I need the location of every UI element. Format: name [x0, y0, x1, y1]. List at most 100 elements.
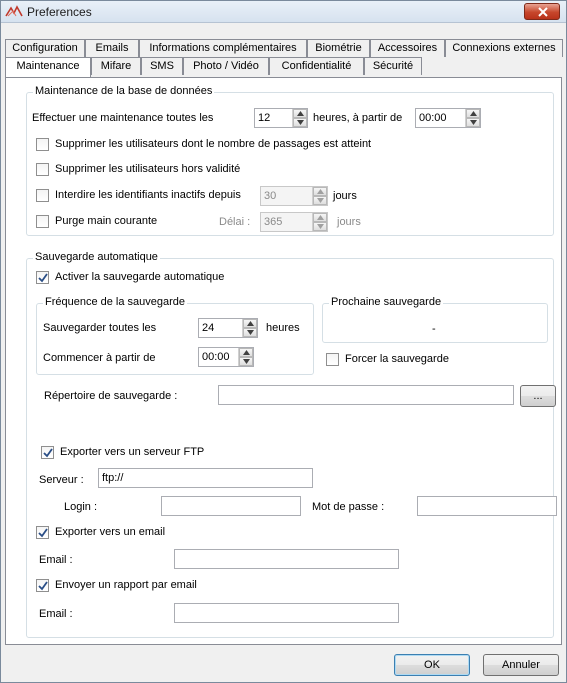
ftp-password-field[interactable] [417, 496, 557, 516]
tab-sms[interactable]: SMS [141, 57, 183, 75]
tab-maintenance[interactable]: Maintenance [5, 57, 91, 77]
email-label-2: Email : [39, 608, 73, 620]
next-backup-title: Prochaine sauvegarde [329, 296, 444, 308]
checkmark-icon [38, 273, 48, 283]
backup-every-label: Sauvegarder toutes les [43, 322, 157, 334]
backup-directory-field[interactable] [218, 385, 514, 405]
spin-buttons[interactable] [312, 213, 327, 231]
tab-informations-complementaires[interactable]: Informations complémentaires [139, 39, 307, 57]
backup-start-label: Commencer à partir de [43, 352, 156, 364]
tab-biometrie[interactable]: Biométrie [307, 39, 370, 57]
email-export-label: Exporter vers un email [55, 526, 166, 538]
tab-connexions-externes[interactable]: Connexions externes [445, 39, 563, 57]
tab-configuration[interactable]: Configuration [5, 39, 85, 57]
maintenance-interval-label: Effectuer une maintenance toutes les [32, 112, 214, 124]
maintenance-group-title: Maintenance de la base de données [33, 85, 215, 97]
ftp-server-value: ftp:// [102, 472, 124, 484]
spin-buttons[interactable] [292, 109, 307, 127]
spin-buttons[interactable] [238, 348, 253, 366]
tab-accessoires[interactable]: Accessoires [370, 39, 445, 57]
backup-start-time[interactable]: 00:00 [198, 347, 254, 367]
spin-buttons[interactable] [465, 109, 480, 127]
spin-down-icon[interactable] [313, 222, 327, 231]
delete-out-of-validity-label: Supprimer les utilisateurs hors validité [55, 163, 241, 175]
close-icon [538, 7, 548, 17]
purge-delay-unit: jours [337, 216, 361, 228]
ftp-export-label: Exporter vers un serveur FTP [60, 446, 205, 458]
maintenance-start-time[interactable]: 00:00 [415, 108, 481, 128]
ok-button[interactable]: OK [394, 654, 470, 676]
password-label: Mot de passe : [312, 501, 385, 513]
spin-down-icon[interactable] [243, 328, 257, 337]
checkmark-icon [38, 528, 48, 538]
preferences-window: Preferences Configuration Emails Informa… [0, 0, 567, 683]
server-label: Serveur : [39, 474, 84, 486]
tab-confidentialite[interactable]: Confidentialité [269, 57, 364, 75]
enable-backup-checkbox[interactable] [36, 271, 49, 284]
maintenance-interval-stepper[interactable]: 12 [254, 108, 308, 128]
ftp-login-field[interactable] [161, 496, 301, 516]
purge-delay-label: Délai : [219, 216, 251, 228]
purge-label: Purge main courante [55, 215, 158, 227]
backup-start-time-value: 00:00 [202, 351, 230, 363]
purge-delay-value: 365 [264, 216, 283, 228]
backup-every-stepper[interactable]: 24 [198, 318, 258, 338]
tab-mifare[interactable]: Mifare [91, 57, 141, 75]
login-label: Login : [64, 501, 98, 513]
forbid-inactive-days-stepper[interactable]: 30 [260, 186, 328, 206]
backup-group-title: Sauvegarde automatique [33, 251, 160, 263]
email-label-1: Email : [39, 554, 73, 566]
spin-buttons[interactable] [242, 319, 257, 337]
backup-hours-label: heures [266, 322, 300, 334]
ftp-server-field[interactable]: ftp:// [98, 468, 313, 488]
report-email-label: Envoyer un rapport par email [55, 579, 197, 591]
report-email-field[interactable] [174, 603, 399, 623]
delete-max-passages-checkbox[interactable] [36, 138, 49, 151]
tab-emails[interactable]: Emails [85, 39, 139, 57]
hours-from-label: heures, à partir de [313, 112, 403, 124]
spin-up-icon[interactable] [466, 109, 480, 118]
spin-down-icon[interactable] [313, 196, 327, 205]
purge-checkbox[interactable] [36, 215, 49, 228]
spin-up-icon[interactable] [243, 319, 257, 328]
cancel-button[interactable]: Annuler [483, 654, 559, 676]
spin-down-icon[interactable] [466, 118, 480, 127]
spin-up-icon[interactable] [293, 109, 307, 118]
spin-buttons[interactable] [312, 187, 327, 205]
purge-delay-stepper[interactable]: 365 [260, 212, 328, 232]
forbid-inactive-label: Interdire les identifiants inactifs depu… [55, 189, 241, 201]
spin-down-icon[interactable] [293, 118, 307, 127]
forbid-inactive-days-value: 30 [264, 190, 277, 202]
maintenance-panel: Maintenance de la base de données Effect… [5, 77, 562, 645]
forbid-inactive-checkbox[interactable] [36, 189, 49, 202]
enable-backup-label: Activer la sauvegarde automatique [55, 271, 225, 283]
email-export-checkbox[interactable] [36, 526, 49, 539]
delete-max-passages-label: Supprimer les utilisateurs dont le nombr… [55, 138, 372, 150]
spin-up-icon[interactable] [313, 213, 327, 222]
checkmark-icon [43, 448, 53, 458]
maintenance-start-time-value: 00:00 [419, 112, 447, 124]
tab-securite[interactable]: Sécurité [364, 57, 422, 75]
forbid-inactive-days-unit: jours [333, 190, 357, 202]
spin-down-icon[interactable] [239, 357, 253, 366]
browse-directory-button[interactable]: ... [520, 385, 556, 407]
checkmark-icon [38, 581, 48, 591]
email-export-field[interactable] [174, 549, 399, 569]
force-backup-checkbox[interactable] [326, 353, 339, 366]
tab-photo-video[interactable]: Photo / Vidéo [183, 57, 269, 75]
frequency-group: Fréquence de la sauvegarde [36, 296, 314, 375]
spin-up-icon[interactable] [313, 187, 327, 196]
app-logo-icon [5, 4, 23, 20]
report-email-checkbox[interactable] [36, 579, 49, 592]
backup-every-value: 24 [202, 322, 215, 334]
backup-directory-label: Répertoire de sauvegarde : [44, 390, 178, 402]
delete-out-of-validity-checkbox[interactable] [36, 163, 49, 176]
next-backup-value: - [432, 323, 436, 335]
title-bar[interactable]: Preferences [1, 1, 566, 23]
spin-up-icon[interactable] [239, 348, 253, 357]
ftp-export-checkbox[interactable] [41, 446, 54, 459]
close-button[interactable] [524, 3, 560, 20]
frequency-group-title: Fréquence de la sauvegarde [43, 296, 188, 308]
window-title: Preferences [27, 5, 92, 19]
maintenance-interval-value: 12 [258, 112, 271, 124]
